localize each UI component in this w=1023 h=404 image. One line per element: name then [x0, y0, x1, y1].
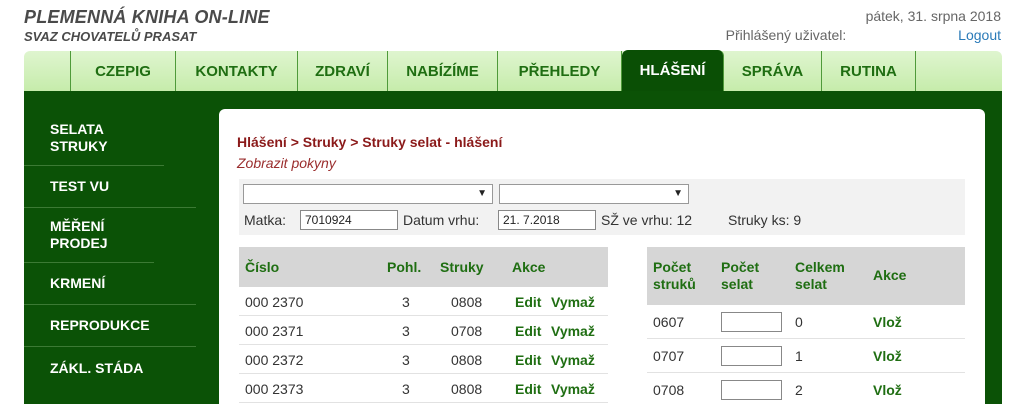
- sidebar-item-reprodukce[interactable]: REPRODUKCE: [24, 305, 196, 347]
- app-title: PLEMENNÁ KNIHA ON-LINE: [24, 7, 270, 27]
- sidebar-item-zakl-stada[interactable]: ZÁKL. STÁDA: [24, 347, 196, 389]
- chevron-down-icon: ▼: [673, 188, 683, 199]
- cell-struky: 0708: [451, 323, 483, 339]
- delete-link[interactable]: Vymaž: [551, 381, 595, 397]
- chevron-down-icon: ▼: [477, 188, 487, 199]
- matka-input[interactable]: [300, 210, 398, 230]
- cell-pohl: 3: [402, 323, 410, 339]
- delete-link[interactable]: Vymaž: [551, 294, 595, 310]
- insert-link[interactable]: Vlož: [873, 382, 902, 398]
- edit-link[interactable]: Edit: [515, 381, 541, 397]
- col-cislo: Číslo: [245, 259, 280, 275]
- pocet-selat-input[interactable]: [721, 312, 782, 332]
- table-row: 0707 1 Vlož: [647, 339, 965, 373]
- delete-link[interactable]: Vymaž: [551, 352, 595, 368]
- tab-prehledy[interactable]: PŘEHLEDY: [498, 51, 622, 91]
- sz-ve-vrhu: SŽ ve vrhu: 12: [601, 212, 693, 228]
- col-akce: Akce: [873, 267, 907, 283]
- sidebar-item-selata-struky[interactable]: SELATA STRUKY: [24, 111, 164, 166]
- col-struky: Struky: [440, 259, 484, 275]
- col-pocet-struku: Počet struků: [653, 259, 696, 292]
- filter-bar: ▼ ▼ Matka: Datum vrhu: SŽ ve vrhu: 12 St…: [239, 179, 965, 235]
- col-pocet-selat: Počet selat: [721, 259, 760, 292]
- cell-pocet-struku: 0708: [653, 382, 685, 398]
- table-row: 0708 2 Vlož: [647, 373, 965, 404]
- header-info: pátek, 31. srpna 2018 Přihlášený uživate…: [726, 8, 1001, 44]
- sidebar-item-test-vu[interactable]: TEST VU: [24, 166, 196, 208]
- cell-celkem-selat: 0: [795, 314, 803, 330]
- teats-count-table: Počet struků Počet selat Celkem selat Ak…: [647, 247, 965, 404]
- sidebar-item-mereni-prodej[interactable]: MĚŘENÍ PRODEJ: [24, 208, 154, 263]
- app-subtitle: SVAZ CHOVATELŮ PRASAT: [24, 29, 197, 44]
- tab-nabizime[interactable]: NABÍZÍME: [388, 51, 498, 91]
- cell-cislo: 000 2372: [245, 352, 304, 368]
- table-row: 000 2370 3 0808 Edit Vymaž: [239, 287, 608, 316]
- datum-vrhu-label: Datum vrhu:: [403, 212, 480, 228]
- cell-cislo: 000 2370: [245, 294, 304, 310]
- col-akce: Akce: [512, 259, 546, 275]
- cell-cislo: 000 2371: [245, 323, 304, 339]
- cell-pohl: 3: [402, 352, 410, 368]
- table-header: Číslo Pohl. Struky Akce: [239, 247, 608, 287]
- filter-select-1[interactable]: ▼: [243, 184, 493, 204]
- struky-count: Struky ks: 9: [728, 212, 802, 228]
- matka-label: Matka:: [244, 212, 287, 228]
- edit-link[interactable]: Edit: [515, 352, 541, 368]
- tab-zdravi[interactable]: ZDRAVÍ: [298, 51, 388, 91]
- table-row: 000 2372 3 0808 Edit Vymaž: [239, 345, 608, 374]
- cell-cislo: 000 2373: [245, 381, 304, 397]
- tab-czepig[interactable]: CZEPIG: [70, 51, 176, 91]
- datum-vrhu-input[interactable]: [498, 210, 596, 230]
- cell-celkem-selat: 1: [795, 348, 803, 364]
- table-header: Počet struků Počet selat Celkem selat Ak…: [647, 247, 965, 305]
- main-panel: Hlášení > Struky > Struky selat - hlášen…: [219, 109, 985, 404]
- breadcrumb: Hlášení > Struky > Struky selat - hlášen…: [237, 134, 503, 150]
- piglets-table: Číslo Pohl. Struky Akce 000 2370 3 0808 …: [239, 247, 608, 403]
- show-instructions-link[interactable]: Zobrazit pokyny: [237, 155, 336, 171]
- cell-struky: 0808: [451, 352, 483, 368]
- cell-struky: 0808: [451, 381, 483, 397]
- cell-pohl: 3: [402, 381, 410, 397]
- edit-link[interactable]: Edit: [515, 323, 541, 339]
- cell-pocet-struku: 0607: [653, 314, 685, 330]
- logout-link[interactable]: Logout: [958, 27, 1001, 43]
- sidebar: SELATA STRUKY TEST VU MĚŘENÍ PRODEJ KRME…: [24, 111, 196, 389]
- cell-pohl: 3: [402, 294, 410, 310]
- tab-kontakty[interactable]: KONTAKTY: [176, 51, 298, 91]
- brand: PLEMENNÁ KNIHA ON-LINE SVAZ CHOVATELŮ PR…: [24, 7, 270, 45]
- col-celkem-selat: Celkem selat: [795, 259, 845, 292]
- col-pohl: Pohl.: [387, 259, 422, 275]
- cell-struky: 0808: [451, 294, 483, 310]
- edit-link[interactable]: Edit: [515, 294, 541, 310]
- sidebar-item-krmeni[interactable]: KRMENÍ: [24, 263, 196, 305]
- delete-link[interactable]: Vymaž: [551, 323, 595, 339]
- filter-select-2[interactable]: ▼: [499, 184, 689, 204]
- tab-sprava[interactable]: SPRÁVA: [724, 51, 822, 91]
- table-row: 0607 0 Vlož: [647, 305, 965, 339]
- pocet-selat-input[interactable]: [721, 380, 782, 400]
- table-row: 000 2373 3 0808 Edit Vymaž: [239, 374, 608, 403]
- insert-link[interactable]: Vlož: [873, 314, 902, 330]
- current-date: pátek, 31. srpna 2018: [865, 8, 1001, 24]
- insert-link[interactable]: Vlož: [873, 348, 902, 364]
- logged-user-label: Přihlášený uživatel:: [725, 27, 847, 43]
- tab-rutina[interactable]: RUTINA: [822, 51, 916, 91]
- cell-celkem-selat: 2: [795, 382, 803, 398]
- top-navigation: CZEPIG KONTAKTY ZDRAVÍ NABÍZÍME PŘEHLEDY…: [24, 50, 1002, 91]
- cell-pocet-struku: 0707: [653, 348, 685, 364]
- pocet-selat-input[interactable]: [721, 346, 782, 366]
- table-row: 000 2371 3 0708 Edit Vymaž: [239, 316, 608, 345]
- tab-hlaseni[interactable]: HLÁŠENÍ: [622, 50, 724, 91]
